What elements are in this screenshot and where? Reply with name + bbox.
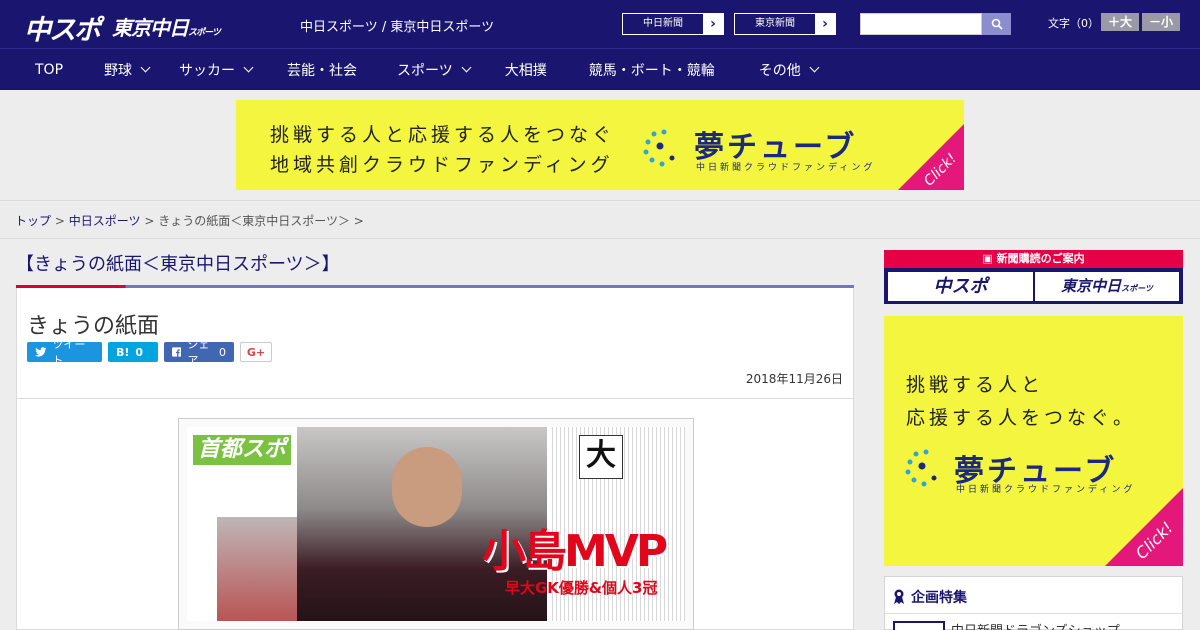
- nav-label: 芸能・社会: [287, 62, 358, 79]
- nav-item-entertainment[interactable]: 芸能・社会: [267, 49, 377, 91]
- google-plus-button[interactable]: G+: [240, 342, 272, 362]
- yume-tube-dots-icon: [905, 449, 937, 487]
- tweet-button[interactable]: ツイート: [27, 338, 102, 367]
- nav-item-sports[interactable]: スポーツ: [377, 49, 485, 91]
- nav-label: 野球: [104, 62, 133, 79]
- newspaper-image-inner: 首都スポ 大 小島MVP 早大GK優勝&個人3冠: [187, 427, 685, 621]
- page-heading: 【きょうの紙面＜東京中日スポーツ＞】: [16, 250, 854, 288]
- hatena-bookmark-button[interactable]: B! 0: [108, 342, 158, 362]
- nav-item-sumo[interactable]: 大相撲: [485, 49, 569, 91]
- chevron-down-icon: [140, 62, 151, 73]
- feature-heading-label: 企画特集: [911, 590, 967, 606]
- feature-box: 企画特集 中日新聞ドラゴンズショップ: [884, 576, 1183, 630]
- breadcrumb-top-link[interactable]: トップ: [15, 214, 51, 228]
- chevron-down-icon: [243, 62, 254, 73]
- celebration-photo: [217, 517, 297, 621]
- font-decrease-button[interactable]: －小: [1142, 13, 1180, 31]
- search-input[interactable]: [860, 13, 982, 35]
- ext-link-label: 東京新聞: [755, 18, 795, 29]
- logo-chuspo[interactable]: 中スポ: [24, 8, 101, 47]
- tokyo-shimbun-link[interactable]: 東京新聞 ›: [734, 13, 836, 35]
- yume-tube-dots-icon: [643, 129, 675, 167]
- crowdfunding-banner-side[interactable]: 挑戦する人と 応援する人をつなぐ。 夢チューブ 中日新聞クラウドファンディング …: [884, 316, 1183, 566]
- breadcrumb-separator: >: [54, 214, 65, 228]
- side-banner-line2: 応援する人をつなぐ。: [906, 407, 1137, 429]
- article-card: きょうの紙面 ツイート B! 0 シェア 0 G+ 2018年11月26日 首都…: [16, 288, 854, 630]
- facebook-icon: [172, 347, 182, 357]
- share-buttons: ツイート B! 0 シェア 0 G+: [27, 338, 272, 367]
- newspaper-front-page-image[interactable]: 首都スポ 大 小島MVP 早大GK優勝&個人3冠: [178, 418, 694, 630]
- nav-label: その他: [758, 62, 801, 79]
- breadcrumb-current: きょうの紙面＜東京中日スポーツ＞ >: [158, 214, 364, 228]
- banner-line2: 地域共創クラウドファンディング: [270, 154, 614, 176]
- tweet-label: ツイート: [52, 338, 86, 367]
- sub-logo2-text: 東京中日: [1061, 277, 1122, 295]
- crowdfunding-banner-top[interactable]: 挑戦する人と応援する人をつなぐ 地域共創クラウドファンディング 夢チューブ 中日…: [236, 100, 964, 190]
- hatena-count: 0: [135, 345, 144, 359]
- player-photo-head: [392, 447, 462, 527]
- facebook-share-button[interactable]: シェア 0: [164, 338, 234, 367]
- nav-label: サッカー: [179, 62, 236, 79]
- breadcrumb-separator: >: [144, 214, 155, 228]
- ext-link-label: 中日新聞: [643, 18, 683, 29]
- breadcrumb-section-link[interactable]: 中日スポーツ: [69, 214, 141, 228]
- nav-item-top[interactable]: TOP: [20, 49, 78, 91]
- google-plus-icon: G+: [246, 345, 266, 359]
- subscription-heading: ▣ 新聞購読のご案内: [884, 250, 1183, 268]
- twitter-bird-icon: [35, 347, 47, 357]
- site-link[interactable]: 中日スポーツ / 東京中日スポーツ: [300, 16, 494, 35]
- facebook-count: 0: [219, 345, 226, 359]
- feature-thumbnail[interactable]: [893, 621, 945, 630]
- main-nav: TOP 野球 サッカー 芸能・社会 スポーツ 大相撲 競馬・ボート・競輪 その他: [0, 48, 1200, 90]
- logo-tokyo-text: 東京中日: [112, 16, 189, 40]
- logo-tokyo-suffix: スポーツ: [188, 28, 221, 38]
- nav-label: 競馬・ボート・競輪: [588, 62, 715, 79]
- subscription-box: ▣ 新聞購読のご案内 中スポ 東京中日スポーツ: [884, 250, 1183, 304]
- shuto-spo-logo: 首都スポ: [193, 435, 291, 465]
- nav-item-other[interactable]: その他: [737, 49, 833, 91]
- logo-tokyo-chunichi[interactable]: 東京中日スポーツ: [112, 12, 221, 41]
- search-button[interactable]: [982, 13, 1011, 35]
- divider: [17, 398, 853, 399]
- nav-item-soccer[interactable]: サッカー: [164, 49, 267, 91]
- font-increase-button[interactable]: ＋大: [1101, 13, 1139, 31]
- subscription-heading-label: 新聞購読のご案内: [996, 252, 1085, 265]
- chevron-right-icon: ›: [815, 14, 835, 34]
- site-header: 中スポ 東京中日スポーツ 中日スポーツ / 東京中日スポーツ 中日新聞 › 東京…: [0, 0, 1200, 48]
- chunichi-shimbun-link[interactable]: 中日新聞 ›: [622, 13, 724, 35]
- nav-label: 大相撲: [504, 62, 547, 79]
- newspaper-icon: ▣: [982, 252, 997, 265]
- ribbon-icon: [894, 589, 904, 604]
- nav-item-racing[interactable]: 競馬・ボート・競輪: [569, 49, 737, 91]
- article-date: 2018年11月26日: [745, 372, 843, 386]
- nav-item-baseball[interactable]: 野球: [78, 49, 164, 91]
- search-icon: [991, 18, 1003, 30]
- newspaper-dai-mark: 大: [579, 435, 623, 479]
- divider: [885, 613, 1182, 614]
- chevron-down-icon: [809, 62, 820, 73]
- banner-line1: 挑戦する人と応援する人をつなぐ: [270, 124, 616, 146]
- feature-item-dragons-shop[interactable]: 中日新聞ドラゴンズショップ: [951, 620, 1120, 630]
- facebook-label: シェア: [187, 338, 210, 367]
- nav-label: TOP: [35, 61, 64, 78]
- subscribe-chuspo-button[interactable]: 中スポ: [888, 272, 1033, 301]
- sub-logo2-suffix: スポーツ: [1121, 284, 1153, 293]
- chevron-down-icon: [461, 62, 472, 73]
- side-banner-line1: 挑戦する人と: [906, 374, 1045, 396]
- subscribe-tokyo-button[interactable]: 東京中日スポーツ: [1035, 272, 1179, 301]
- hatena-icon: B!: [116, 345, 130, 359]
- yume-tube-brand-sub: 中日新聞クラウドファンディング: [696, 163, 876, 173]
- nav-label: スポーツ: [397, 62, 453, 79]
- newspaper-headline: 小島MVP: [482, 526, 668, 577]
- breadcrumb: トップ > 中日スポーツ > きょうの紙面＜東京中日スポーツ＞ >: [0, 200, 1200, 239]
- newspaper-subheadline: 早大GK優勝&個人3冠: [505, 579, 658, 597]
- font-size-label: 文字（0）: [1048, 17, 1099, 30]
- feature-heading: 企画特集: [893, 587, 967, 607]
- chevron-right-icon: ›: [703, 14, 723, 34]
